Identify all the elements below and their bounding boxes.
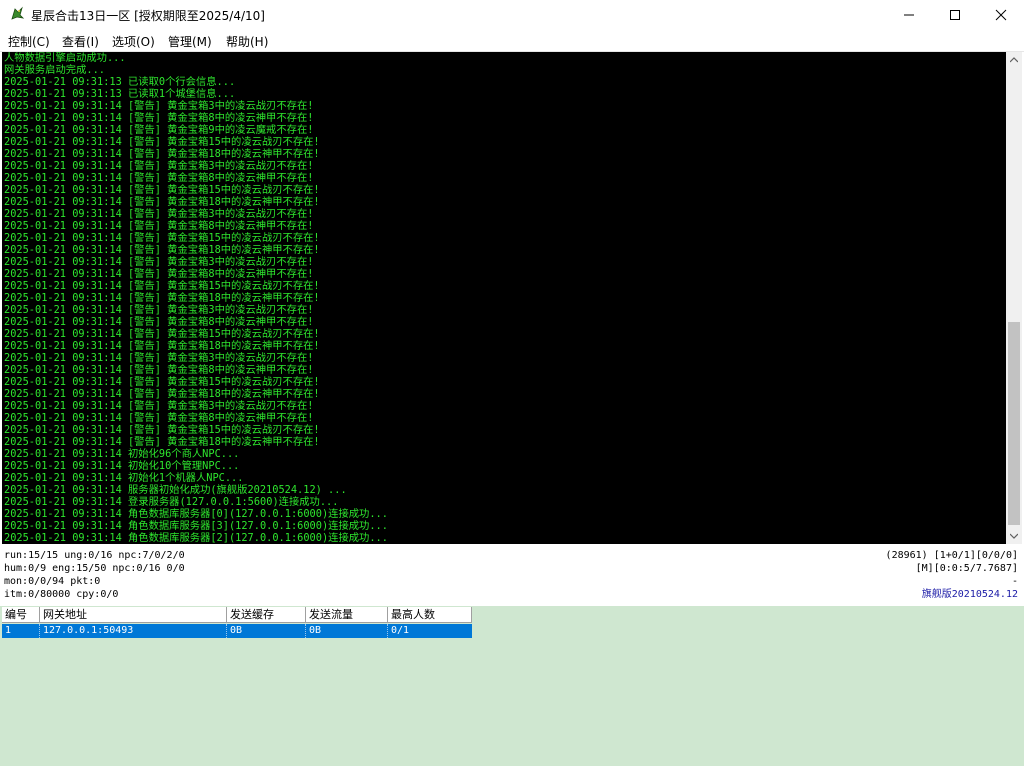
log-line: 2025-01-21 09:31:14 角色数据库服务器[2](127.0.0.… xyxy=(4,532,388,544)
log-line: 2025-01-21 09:31:14 [警告] 黄金宝箱18中的凌云神甲不存在… xyxy=(4,388,320,400)
log-line: 2025-01-21 09:31:14 [警告] 黄金宝箱18中的凌云神甲不存在… xyxy=(4,148,320,160)
log-line: 2025-01-21 09:31:14 [警告] 黄金宝箱15中的凌云战刃不存在… xyxy=(4,136,320,148)
scroll-down-arrow-icon[interactable] xyxy=(1006,528,1022,544)
column-header-id[interactable]: 编号 xyxy=(2,607,40,623)
menu-manage[interactable]: 管理(M) xyxy=(168,33,212,50)
console-scrollbar[interactable] xyxy=(1006,52,1022,544)
version-label: 旗舰版20210524.12 xyxy=(921,589,1018,600)
log-line: 2025-01-21 09:31:14 [警告] 黄金宝箱18中的凌云神甲不存在… xyxy=(4,292,320,304)
cell-send-buffer: 0B xyxy=(227,624,306,638)
status-dash: - xyxy=(1011,576,1018,587)
log-line: 2025-01-21 09:31:14 [警告] 黄金宝箱15中的凌云战刃不存在… xyxy=(4,280,320,292)
log-line: 2025-01-21 09:31:13 已读取0个行会信息... xyxy=(4,76,236,88)
log-line: 2025-01-21 09:31:14 [警告] 黄金宝箱15中的凌云战刃不存在… xyxy=(4,424,320,436)
log-line: 2025-01-21 09:31:14 [警告] 黄金宝箱8中的凌云神甲不存在! xyxy=(4,412,314,424)
menu-control[interactable]: 控制(C) xyxy=(8,33,50,50)
menu-help[interactable]: 帮助(H) xyxy=(226,33,268,50)
log-line: 2025-01-21 09:31:14 初始化10个管理NPC... xyxy=(4,460,240,472)
log-line: 2025-01-21 09:31:14 [警告] 黄金宝箱9中的凌云魔戒不存在! xyxy=(4,124,314,136)
cell-max-users: 0/1 xyxy=(391,625,410,636)
log-line: 2025-01-21 09:31:14 角色数据库服务器[3](127.0.0.… xyxy=(4,520,388,532)
scroll-thumb[interactable] xyxy=(1008,322,1020,525)
log-line: 2025-01-21 09:31:14 [警告] 黄金宝箱8中的凌云神甲不存在! xyxy=(4,364,314,376)
log-line: 2025-01-21 09:31:14 [警告] 黄金宝箱18中的凌云神甲不存在… xyxy=(4,436,320,448)
status-counter: (28961) [1+0/1][0/0/0] xyxy=(885,550,1018,561)
log-line: 2025-01-21 09:31:14 [警告] 黄金宝箱18中的凌云神甲不存在… xyxy=(4,340,320,352)
log-line: 2025-01-21 09:31:14 [警告] 黄金宝箱3中的凌云战刃不存在! xyxy=(4,160,314,172)
log-line: 2025-01-21 09:31:14 [警告] 黄金宝箱15中的凌云战刃不存在… xyxy=(4,232,320,244)
log-line: 2025-01-21 09:31:14 [警告] 黄金宝箱15中的凌云战刃不存在… xyxy=(4,328,320,340)
menu-options[interactable]: 选项(O) xyxy=(112,33,155,50)
column-header-max-users[interactable]: 最高人数 xyxy=(388,607,472,623)
status-mon: mon:0/0/94 pkt:0 xyxy=(4,576,101,587)
scroll-up-arrow-icon[interactable] xyxy=(1006,52,1022,68)
close-button[interactable] xyxy=(978,0,1024,30)
log-line: 2025-01-21 09:31:14 [警告] 黄金宝箱15中的凌云战刃不存在… xyxy=(4,376,320,388)
status-itm: itm:0/80000 cpy:0/0 xyxy=(4,589,119,600)
minimize-icon xyxy=(904,14,914,16)
log-line: 2025-01-21 09:31:14 登录服务器(127.0.0.1:5600… xyxy=(4,496,339,508)
log-line: 2025-01-21 09:31:14 服务器初始化成功(旗舰版20210524… xyxy=(4,484,347,496)
table-row[interactable]: 1 127.0.0.1:50493 0B 0B 0/1 xyxy=(2,624,472,638)
status-panel: run:15/15 ung:0/16 npc:7/0/2/0 hum:0/9 e… xyxy=(0,546,1024,606)
menu-bar: 控制(C) 查看(I) 选项(O) 管理(M) 帮助(H) xyxy=(0,30,1024,52)
log-line: 2025-01-21 09:31:14 [警告] 黄金宝箱3中的凌云战刃不存在! xyxy=(4,256,314,268)
cell-id: 1 xyxy=(2,624,40,638)
close-icon xyxy=(995,9,1007,21)
log-line: 2025-01-21 09:31:14 角色数据库服务器[0](127.0.0.… xyxy=(4,508,388,520)
log-line: 2025-01-21 09:31:14 [警告] 黄金宝箱3中的凌云战刃不存在! xyxy=(4,352,314,364)
cell-address: 127.0.0.1:50493 xyxy=(40,624,227,638)
log-line: 人物数据引擎启动成功... xyxy=(4,52,126,64)
maximize-button[interactable] xyxy=(932,0,978,30)
menu-view[interactable]: 查看(I) xyxy=(62,33,99,50)
log-console[interactable]: 人物数据引擎启动成功... 网关服务启动完成... 2025-01-21 09:31… xyxy=(2,52,1006,544)
minimize-button[interactable] xyxy=(886,0,932,30)
log-line: 2025-01-21 09:31:14 [警告] 黄金宝箱3中的凌云战刃不存在! xyxy=(4,304,314,316)
log-line: 2025-01-21 09:31:14 [警告] 黄金宝箱3中的凌云战刃不存在! xyxy=(4,100,314,112)
column-header-address[interactable]: 网关地址 xyxy=(40,607,227,623)
column-header-send-buffer[interactable]: 发送缓存 xyxy=(227,607,306,623)
cell-send-traffic: 0B xyxy=(306,624,388,638)
log-line: 2025-01-21 09:31:14 [警告] 黄金宝箱3中的凌云战刃不存在! xyxy=(4,400,314,412)
log-line: 2025-01-21 09:31:14 [警告] 黄金宝箱18中的凌云神甲不存在… xyxy=(4,244,320,256)
log-line: 2025-01-21 09:31:14 [警告] 黄金宝箱18中的凌云神甲不存在… xyxy=(4,196,320,208)
log-line: 2025-01-21 09:31:13 已读取1个城堡信息... xyxy=(4,88,236,100)
title-bar[interactable]: 星辰合击13日一区 [授权期限至2025/4/10] xyxy=(0,0,1024,30)
gateway-table: 编号 网关地址 发送缓存 发送流量 最高人数 1 127.0.0.1:50493… xyxy=(0,606,1024,766)
status-memory: [M][0:0:5/7.7687] xyxy=(915,563,1018,574)
log-line: 2025-01-21 09:31:14 [警告] 黄金宝箱8中的凌云神甲不存在! xyxy=(4,268,314,280)
log-line: 2025-01-21 09:31:14 [警告] 黄金宝箱8中的凌云神甲不存在! xyxy=(4,220,314,232)
log-line: 2025-01-21 09:31:14 初始化1个机器人NPC... xyxy=(4,472,244,484)
maximize-icon xyxy=(950,10,960,20)
log-line: 2025-01-21 09:31:14 初始化96个商人NPC... xyxy=(4,448,240,460)
window-title: 星辰合击13日一区 [授权期限至2025/4/10] xyxy=(31,9,265,23)
dragon-app-icon xyxy=(11,6,25,20)
log-line: 2025-01-21 09:31:14 [警告] 黄金宝箱8中的凌云神甲不存在! xyxy=(4,316,314,328)
status-hum: hum:0/9 eng:15/50 npc:0/16 0/0 xyxy=(4,563,185,574)
log-line: 2025-01-21 09:31:14 [警告] 黄金宝箱3中的凌云战刃不存在! xyxy=(4,208,314,220)
status-run: run:15/15 ung:0/16 npc:7/0/2/0 xyxy=(4,550,185,561)
log-line: 2025-01-21 09:31:14 [警告] 黄金宝箱15中的凌云战刃不存在… xyxy=(4,184,320,196)
column-header-send-traffic[interactable]: 发送流量 xyxy=(306,607,388,623)
log-line: 网关服务启动完成... xyxy=(4,64,105,76)
log-line: 2025-01-21 09:31:14 [警告] 黄金宝箱8中的凌云神甲不存在! xyxy=(4,112,314,124)
log-line: 2025-01-21 09:31:14 [警告] 黄金宝箱8中的凌云神甲不存在! xyxy=(4,172,314,184)
